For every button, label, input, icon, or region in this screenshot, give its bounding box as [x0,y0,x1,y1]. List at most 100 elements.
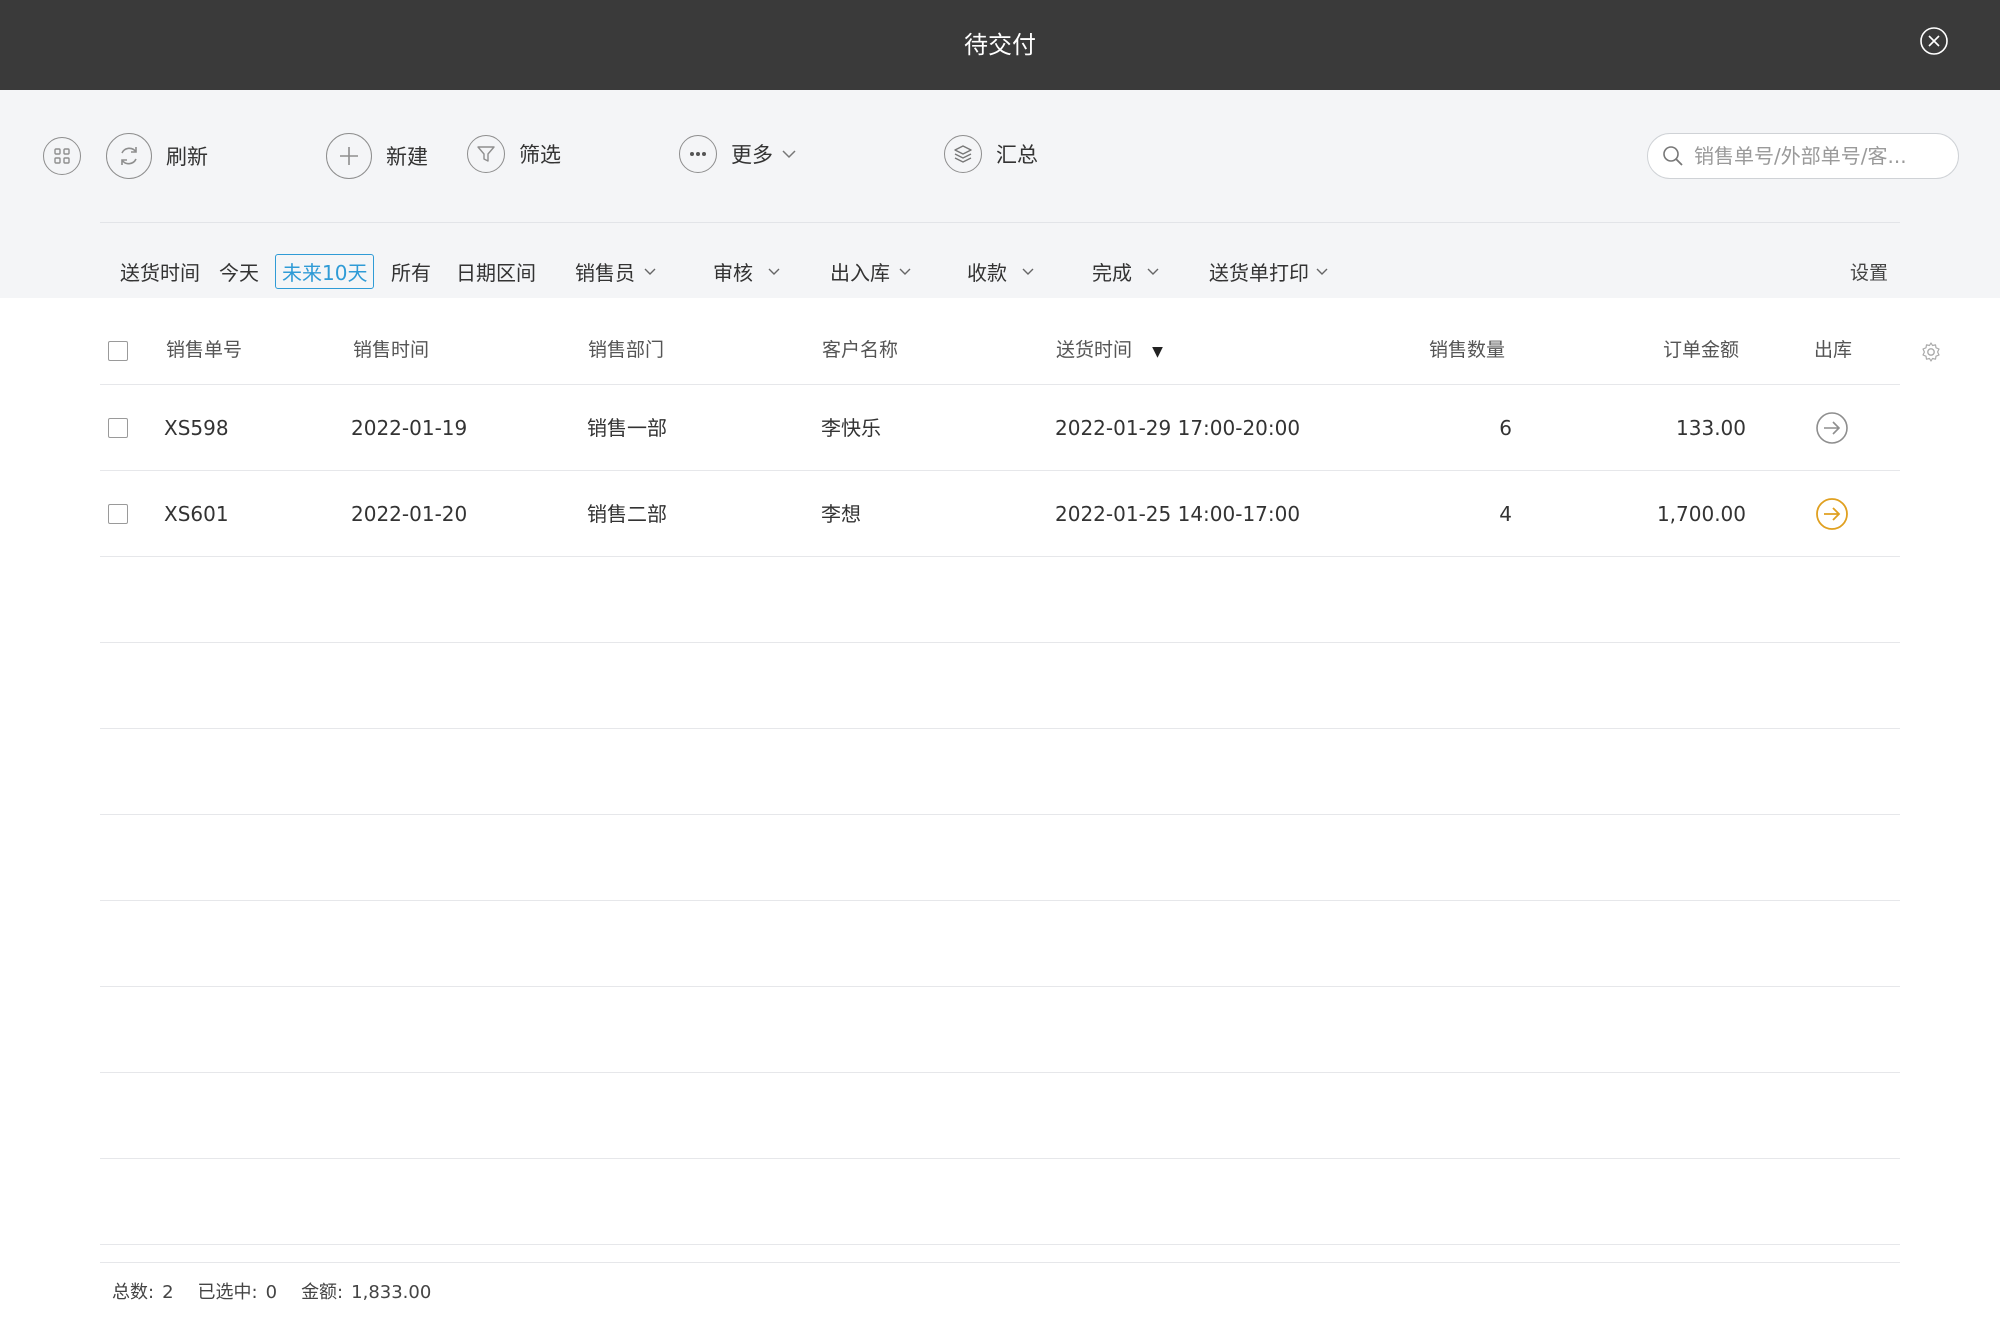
header-amount[interactable]: 订单金额 [1663,320,1739,385]
search-box[interactable] [1647,133,1959,179]
footer-selected-label: 已选中: [197,1282,258,1303]
footer-total-value: 2 [162,1282,174,1303]
cell-qty: 4 [1499,502,1512,526]
summary-button[interactable]: 汇总 [944,135,1038,173]
filter-payment-dropdown[interactable]: 收款 [967,245,1035,297]
filter-print-label: 送货单打印 [1209,260,1309,285]
filter-stock-dropdown[interactable]: 出入库 [830,245,912,297]
plus-icon [326,133,372,179]
cell-amount: 133.00 [1676,416,1746,440]
empty-row [100,901,1900,987]
close-icon[interactable] [1919,26,1949,56]
select-all-checkbox[interactable] [108,341,128,361]
empty-row [100,1159,1900,1245]
footer-amount-value: 1,833.00 [351,1282,432,1303]
cell-amount: 1,700.00 [1656,502,1746,526]
footer-amount-label: 金额: [301,1282,344,1303]
header-order-no[interactable]: 销售单号 [166,320,242,385]
more-label: 更多 [731,143,773,167]
cell-order-no[interactable]: XS601 [164,471,229,557]
cell-sale-time: 2022-01-19 [351,416,468,440]
filter-audit-label: 审核 [713,260,753,285]
layers-icon [944,135,982,173]
cell-delivery-time: 2022-01-29 17:00-20:00 [1055,416,1301,440]
toolbar-divider [100,222,1900,223]
funnel-icon [467,135,505,173]
new-button[interactable]: 新建 [326,133,428,179]
empty-row [100,729,1900,815]
cell-qty: 6 [1499,416,1512,440]
cell-order-no[interactable]: XS598 [164,385,229,471]
filter-bar: 送货时间 今天 未来10天 所有 日期区间 销售员 审核 出入库 收款 完成 送… [0,245,2000,297]
title-bar: 待交付 [0,0,2000,90]
filter-stock-label: 出入库 [830,260,890,285]
filter-next-10-days-label: 未来10天 [275,253,375,289]
filter-button[interactable]: 筛选 [467,135,561,173]
filter-audit-dropdown[interactable]: 审核 [713,245,781,297]
more-dots-icon [679,135,717,173]
empty-row [100,557,1900,643]
empty-row [100,815,1900,901]
search-icon [1663,146,1683,166]
header-delivery-time[interactable]: 送货时间 ▼ [1056,320,1163,385]
empty-row [100,1073,1900,1159]
footer-total-label: 总数: [112,1282,155,1303]
filter-label-delivery-time: 送货时间 [120,260,200,285]
cell-customer: 李想 [821,502,861,526]
settings-link[interactable]: 设置 [1850,245,1888,297]
footer-summary: 总数: 2 已选中: 0 金额: 1,833.00 [112,1278,431,1304]
cell-customer: 李快乐 [821,416,881,440]
chevron-down-icon [1147,268,1159,275]
filter-print-dropdown[interactable]: 送货单打印 [1209,245,1329,297]
toolbar: 刷新 新建 筛选 更多 汇总 销售单号/外部单号/客... 送货时间 今天 未来… [0,90,2000,298]
filter-complete-dropdown[interactable]: 完成 [1092,245,1160,297]
more-button[interactable]: 更多 [679,135,797,173]
filter-salesperson-label: 销售员 [575,260,635,285]
empty-row [100,987,1900,1073]
row-checkbox[interactable] [108,418,128,438]
arrow-right-circle-icon[interactable] [1815,411,1849,445]
empty-row [100,643,1900,729]
refresh-button[interactable]: 刷新 [106,133,208,179]
chevron-down-icon [782,150,796,159]
arrow-right-circle-icon[interactable] [1815,497,1849,531]
search-input[interactable] [1694,144,1944,168]
filter-today[interactable]: 今天 [219,245,259,297]
filter-all[interactable]: 所有 [391,245,431,297]
chevron-down-icon [644,268,656,275]
filter-date-range[interactable]: 日期区间 [456,245,536,297]
new-label: 新建 [386,145,428,169]
header-out: 出库 [1814,339,1853,361]
grid-icon [43,137,81,175]
header-delivery-label: 送货时间 [1056,339,1133,361]
cell-dept: 销售二部 [587,502,667,526]
header-qty[interactable]: 销售数量 [1429,320,1505,385]
footer-amount: 金额: 1,833.00 [301,1278,431,1304]
header-customer[interactable]: 客户名称 [822,320,898,385]
row-checkbox[interactable] [108,504,128,524]
cell-sale-time: 2022-01-20 [351,502,468,526]
table-row[interactable]: XS598 2022-01-19 销售一部 李快乐 2022-01-29 17:… [100,385,1900,471]
footer-selected-value: 0 [265,1282,278,1303]
footer-selected: 已选中: 0 [198,1278,278,1304]
filter-complete-label: 完成 [1092,260,1132,285]
grid-menu-button[interactable] [43,137,81,175]
chevron-down-icon [1316,268,1328,275]
table-row[interactable]: XS601 2022-01-20 销售二部 李想 2022-01-25 14:0… [100,471,1900,557]
sort-desc-icon: ▼ [1152,344,1163,360]
filter-payment-label: 收款 [967,260,1007,285]
filter-salesperson-dropdown[interactable]: 销售员 [575,245,657,297]
chevron-down-icon [899,268,911,275]
table-header: 销售单号 销售时间 销售部门 客户名称 送货时间 ▼ 销售数量 订单金额 出库 [100,320,1940,385]
chevron-down-icon [768,268,780,275]
cell-delivery-time: 2022-01-25 14:00-17:00 [1055,502,1301,526]
filter-next-10-days[interactable]: 未来10天 [275,245,375,297]
window-title: 待交付 [964,31,1036,59]
gear-icon[interactable] [1919,340,1943,364]
footer-divider [100,1262,1900,1263]
summary-label: 汇总 [996,143,1038,167]
refresh-icon [106,133,152,179]
header-dept[interactable]: 销售部门 [588,320,664,385]
chevron-down-icon [1022,268,1034,275]
header-sale-time[interactable]: 销售时间 [353,320,429,385]
